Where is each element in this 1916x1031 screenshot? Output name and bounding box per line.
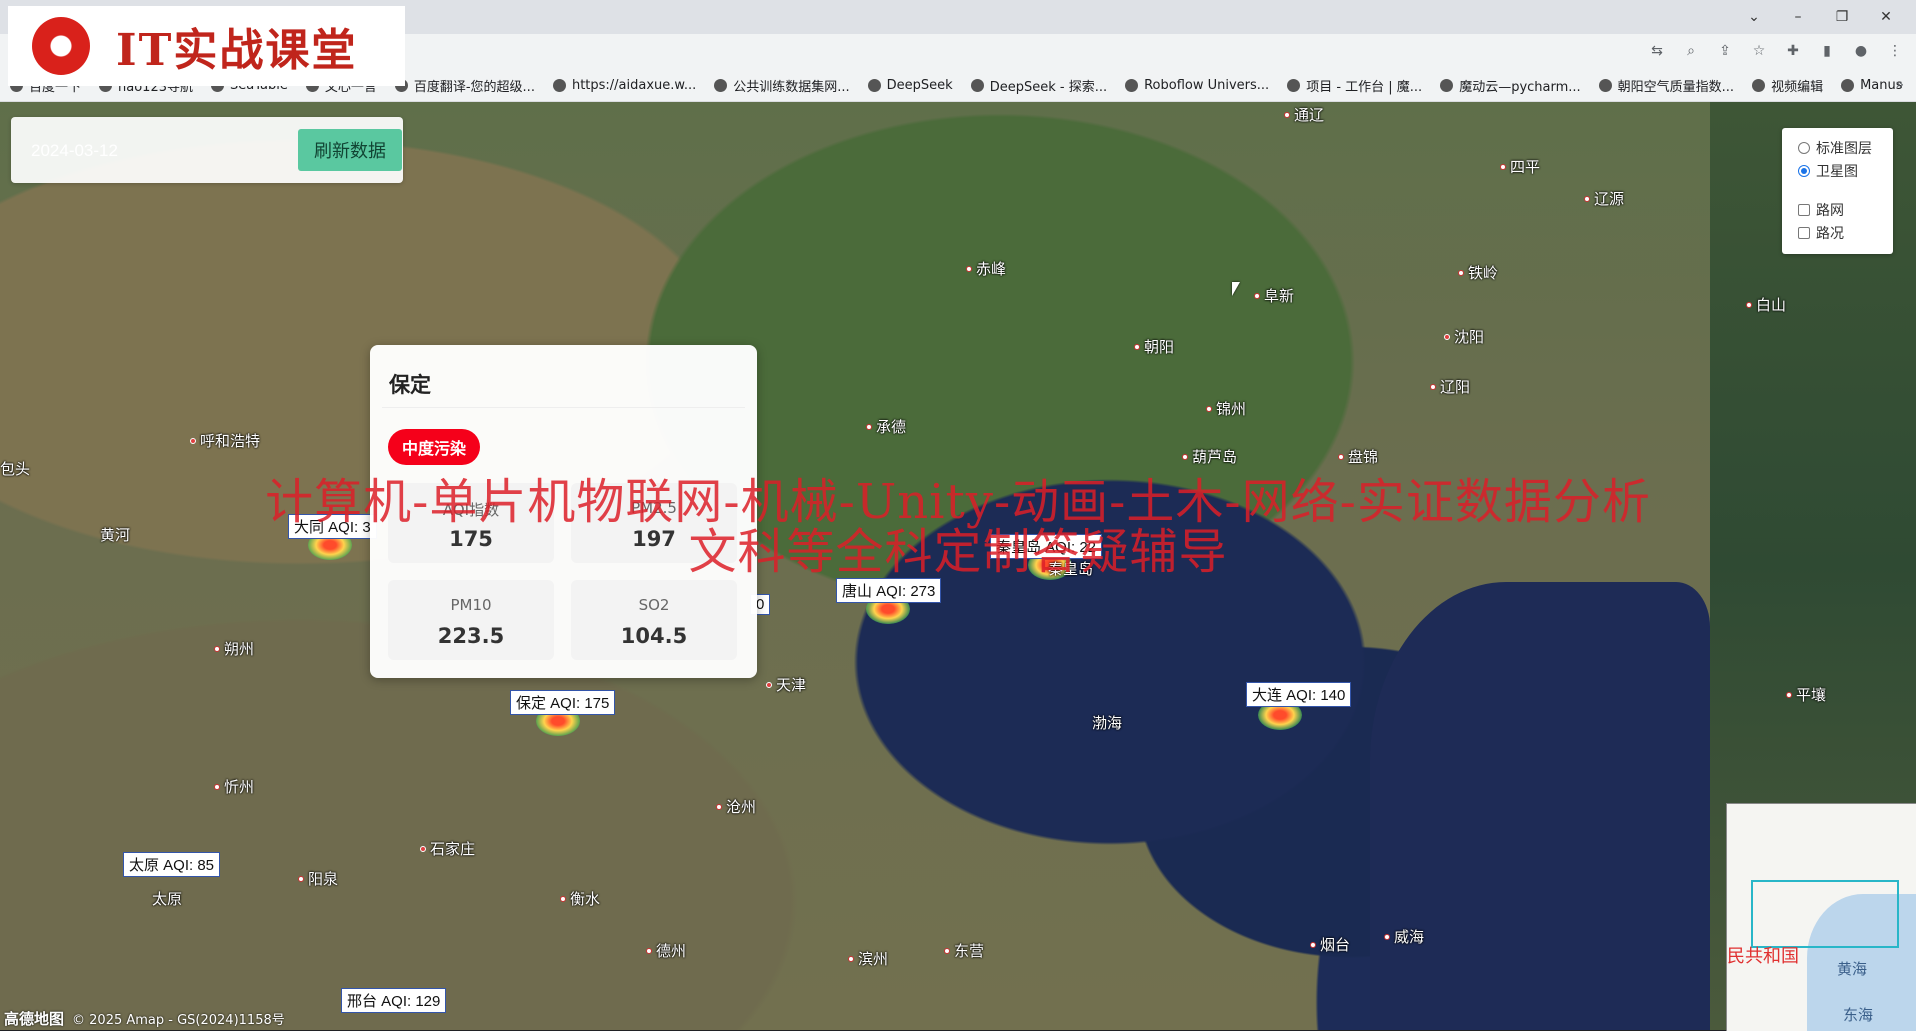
sidepanel-icon[interactable]: ▮ — [1816, 40, 1838, 62]
bookmark-icon — [714, 79, 728, 92]
amap-logo[interactable]: 高德地图 — [4, 1008, 64, 1029]
map-city-label: 沧州 — [716, 796, 756, 817]
map-city-label: 威海 — [1384, 926, 1424, 947]
map-city-label: 忻州 — [214, 776, 254, 797]
minimap-sea-label: 东海 — [1843, 1006, 1874, 1024]
aqi-marker-label[interactable]: 太原 AQI: 85 — [123, 852, 221, 877]
map-city-label: 锦州 — [1206, 398, 1246, 419]
map-city-label: 石家庄 — [420, 838, 475, 859]
bookmark-icon — [1287, 79, 1301, 92]
map-city-label: 东营 — [944, 940, 984, 961]
map-city-label: 通辽 — [1284, 104, 1324, 125]
layer-roadnet-option[interactable]: 路网 — [1798, 200, 1844, 220]
map-city-label: 阜新 — [1254, 285, 1294, 306]
map-city-label: 德州 — [646, 940, 686, 961]
minimap-sea-label: 黄海 — [1837, 960, 1868, 978]
bookmark-item[interactable]: 公共训练数据集网... — [714, 76, 850, 95]
map-city-label: 太原 — [152, 890, 183, 908]
aqi-marker-label[interactable]: 保定 AQI: 175 — [510, 690, 616, 715]
profile-icon[interactable]: ● — [1850, 40, 1872, 62]
radio-icon[interactable] — [1798, 142, 1810, 154]
radio-checked-icon[interactable] — [1798, 165, 1810, 177]
menu-icon[interactable]: ⋮ — [1884, 40, 1906, 62]
layer-switcher: 标准图层 卫星图 路网 路况 — [1782, 128, 1893, 254]
mouse-cursor-icon — [1232, 282, 1240, 296]
refresh-button[interactable]: 刷新数据 — [298, 129, 402, 171]
bookmark-icon — [1440, 79, 1454, 92]
map-city-label: 赤峰 — [966, 258, 1006, 279]
aqi-marker-label[interactable]: 大连 AQI: 140 — [1246, 682, 1352, 707]
watermark-line-2: 文科等全科定制答疑辅导 — [688, 524, 1228, 580]
map-attribution: 高德地图 © 2025 Amap - GS(2024)1158号 — [4, 1008, 285, 1029]
map-city-label: 承德 — [866, 416, 906, 437]
bookmark-item[interactable]: DeepSeek — [867, 78, 953, 93]
bookmark-icon — [1125, 79, 1139, 92]
bookmark-icon — [552, 79, 566, 92]
card-city-title: 保定 — [389, 373, 431, 397]
map-city-label: 朔州 — [214, 638, 254, 659]
divider — [382, 407, 745, 408]
layer-standard-option[interactable]: 标准图层 — [1798, 138, 1872, 158]
layer-traffic-option[interactable]: 路况 — [1798, 223, 1844, 243]
metric-pm10: PM10 223.5 — [388, 580, 554, 660]
bookmark-item[interactable]: 朝阳空气质量指数... — [1598, 76, 1734, 95]
map-city-label: 朝阳 — [1134, 336, 1174, 357]
map-city-label: 渤海 — [1092, 714, 1123, 732]
bookmark-icon — [1752, 79, 1766, 92]
copyright-text: © 2025 Amap - GS(2024)1158号 — [72, 1013, 285, 1028]
map-city-label: 阳泉 — [298, 868, 338, 889]
zoom-icon[interactable]: ⌕ — [1680, 40, 1702, 62]
map-city-label: 滨州 — [848, 948, 888, 969]
extensions-icon[interactable]: ✚ — [1782, 40, 1804, 62]
bookmark-item[interactable]: 百度翻译-您的超级... — [394, 76, 535, 95]
map-city-label: 沈阳 — [1444, 326, 1484, 347]
sea-region — [1370, 582, 1710, 1030]
layer-satellite-option[interactable]: 卫星图 — [1798, 161, 1858, 181]
minimap-country-label: 民共和国 — [1727, 946, 1799, 967]
map-city-label: 衡水 — [560, 888, 600, 909]
map-city-label: 平壤 — [1786, 684, 1826, 705]
map-city-label: 辽源 — [1584, 188, 1624, 209]
logo-icon — [32, 17, 90, 75]
checkbox-icon[interactable] — [1798, 227, 1810, 239]
bookmark-item[interactable]: 项目 - 工作台 | 魔... — [1287, 76, 1422, 95]
bookmarks-more-button[interactable]: » — [1895, 77, 1904, 93]
bookmark-icon — [867, 79, 881, 92]
bookmark-item[interactable]: https://aidaxue.w... — [552, 78, 696, 93]
close-button[interactable]: ✕ — [1864, 0, 1908, 34]
map-city-label: 白山 — [1746, 294, 1786, 315]
site-logo: IT实战课堂 — [8, 6, 405, 86]
bookmark-icon — [1598, 79, 1612, 92]
aqi-marker-label[interactable]: 邢台 AQI: 129 — [341, 988, 447, 1013]
bookmark-item[interactable]: Manus — [1841, 78, 1903, 93]
metric-so2: SO2 104.5 — [571, 580, 737, 660]
minimap-viewport-box[interactable] — [1751, 880, 1899, 948]
date-input[interactable] — [29, 133, 273, 169]
logo-text: IT实战课堂 — [116, 25, 358, 76]
map-city-label: 呼和浩特 — [190, 430, 260, 451]
map-city-label: 天津 — [766, 674, 806, 695]
translate-icon[interactable]: ⇆ — [1646, 40, 1668, 62]
map-city-label: 铁岭 — [1458, 262, 1498, 283]
map-city-label: 辽阳 — [1430, 376, 1470, 397]
bookmark-item[interactable]: DeepSeek - 探索... — [970, 76, 1107, 95]
bookmark-icon — [1841, 79, 1855, 92]
map-city-label: 烟台 — [1310, 934, 1350, 955]
share-icon[interactable]: ⇪ — [1714, 40, 1736, 62]
checkbox-icon[interactable] — [1798, 204, 1810, 216]
star-icon[interactable]: ☆ — [1748, 40, 1770, 62]
minimize-button[interactable]: – — [1776, 0, 1820, 34]
bookmark-item[interactable]: 魔动云—pycharm... — [1440, 76, 1581, 95]
overview-minimap[interactable]: 民共和国 黄海 东海 — [1726, 803, 1916, 1031]
bookmark-icon — [970, 79, 984, 92]
bookmark-item[interactable]: Roboflow Univers... — [1125, 78, 1269, 93]
map-city-label: 四平 — [1500, 156, 1540, 177]
tab-search-button[interactable]: ⌄ — [1732, 0, 1776, 34]
restore-button[interactable]: ❐ — [1820, 0, 1864, 34]
window-controls: ⌄ – ❐ ✕ — [1732, 0, 1908, 34]
bookmark-item[interactable]: 视频编辑 — [1752, 76, 1823, 95]
pollution-level-badge: 中度污染 — [388, 429, 481, 465]
date-control-panel: 刷新数据 — [11, 117, 403, 183]
